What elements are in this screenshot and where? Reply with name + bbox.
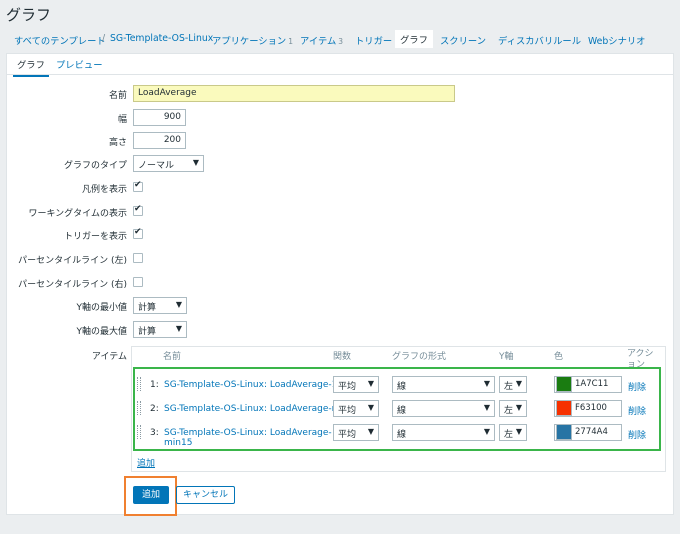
nav-triggers[interactable]: トリガー (355, 33, 392, 47)
show-triggers-checkbox[interactable] (133, 227, 143, 239)
cancel-button[interactable]: キャンセル (176, 486, 235, 504)
dropdown-arrow-icon: ▼ (515, 427, 522, 436)
ymin-select[interactable]: 計算 ▼ (133, 297, 187, 314)
nav-graphs[interactable]: グラフ (395, 30, 433, 48)
nav-discovery[interactable]: ディスカバリルール (498, 33, 581, 47)
graph-type-select[interactable]: ノーマル ▼ (133, 155, 204, 172)
percentile-left-label: パーセンタイルライン (左) (18, 256, 127, 266)
show-triggers-label: トリガーを表示 (63, 232, 127, 242)
ymin-value: 計算 (138, 303, 157, 313)
function-select[interactable]: 平均 ▼ (333, 424, 379, 441)
col-name: 名前 (163, 352, 182, 362)
show-working-time-checkbox[interactable] (133, 204, 143, 216)
function-value: 平均 (338, 382, 357, 392)
function-select[interactable]: 平均 ▼ (333, 376, 379, 393)
percentile-right-label: パーセンタイルライン (右) (18, 280, 127, 290)
delete-link[interactable]: 削除 (628, 404, 646, 417)
percentile-right-checkbox[interactable] (133, 277, 143, 287)
color-swatch[interactable] (556, 376, 572, 392)
tab-bar: グラフ プレビュー (6, 53, 674, 77)
drag-handle-icon[interactable] (137, 425, 141, 439)
dropdown-arrow-icon: ▼ (192, 158, 199, 167)
nav-applications-count: 1 (288, 37, 293, 46)
color-swatch[interactable] (556, 400, 572, 416)
add-button[interactable]: 追加 (133, 486, 169, 504)
row-index: 2: (150, 404, 159, 414)
tab-preview[interactable]: プレビュー (52, 57, 107, 75)
tab-graph[interactable]: グラフ (13, 57, 49, 77)
color-swatch[interactable] (556, 424, 572, 440)
dropdown-arrow-icon: ▼ (483, 403, 490, 412)
percentile-left-checkbox[interactable] (133, 253, 143, 263)
breadcrumb-template[interactable]: SG-Template-OS-Linux (110, 33, 213, 44)
row-index: 1: (150, 380, 159, 390)
name-field[interactable]: LoadAverage (133, 85, 455, 102)
drag-handle-icon[interactable] (137, 377, 141, 391)
delete-link[interactable]: 削除 (628, 428, 646, 441)
nav-applications-label: アプリケーション (212, 36, 287, 47)
draw-style-value: 線 (397, 382, 407, 392)
y-axis-value: 左 (504, 406, 514, 416)
row-index: 3: (150, 428, 159, 438)
y-axis-select[interactable]: 左 ▼ (499, 400, 527, 417)
dropdown-arrow-icon: ▼ (483, 379, 490, 388)
height-label: 高さ (108, 138, 127, 148)
name-label: 名前 (108, 91, 127, 101)
ymax-value: 計算 (138, 327, 157, 337)
draw-style-select[interactable]: 線 ▼ (392, 400, 495, 417)
show-legend-checkbox[interactable] (133, 180, 143, 192)
width-label: 幅 (117, 115, 127, 125)
dropdown-arrow-icon: ▼ (483, 427, 490, 436)
nav-items[interactable]: アイテム 3 (300, 33, 343, 47)
y-axis-value: 左 (504, 382, 514, 392)
item-name-link[interactable]: SG-Template-OS-Linux: LoadAverage-1min (164, 380, 354, 390)
dropdown-arrow-icon: ▼ (515, 403, 522, 412)
item-name-line1: SG-Template-OS-Linux: LoadAverage- (164, 428, 332, 438)
add-item-link[interactable]: 追加 (137, 456, 155, 469)
nav-screens[interactable]: スクリーン (440, 33, 486, 47)
ymin-label: Y軸の最小値 (76, 303, 128, 313)
y-axis-value: 左 (504, 430, 514, 440)
show-working-time-label: ワーキングタイムの表示 (28, 209, 127, 219)
nav-items-count: 3 (338, 37, 344, 46)
graph-type-value: ノーマル (138, 161, 175, 171)
ymax-label: Y軸の最大値 (76, 327, 128, 337)
nav-applications[interactable]: アプリケーション 1 (212, 33, 293, 47)
delete-link[interactable]: 削除 (628, 380, 646, 393)
ymax-select[interactable]: 計算 ▼ (133, 321, 187, 338)
items-label: アイテム (91, 352, 127, 362)
nav-items-label: アイテム (300, 36, 337, 47)
function-value: 平均 (338, 406, 357, 416)
y-axis-select[interactable]: 左 ▼ (499, 424, 527, 441)
breadcrumb-all-templates[interactable]: すべてのテンプレート (14, 33, 106, 47)
col-color: 色 (554, 352, 564, 362)
dropdown-arrow-icon: ▼ (367, 403, 374, 412)
draw-style-select[interactable]: 線 ▼ (392, 424, 495, 441)
draw-style-value: 線 (397, 406, 407, 416)
breadcrumb-separator: / (102, 33, 106, 44)
draw-style-select[interactable]: 線 ▼ (392, 376, 495, 393)
function-select[interactable]: 平均 ▼ (333, 400, 379, 417)
dropdown-arrow-icon: ▼ (367, 427, 374, 436)
col-y-axis: Y軸 (499, 352, 514, 362)
draw-style-value: 線 (397, 430, 407, 440)
dropdown-arrow-icon: ▼ (367, 379, 374, 388)
graph-type-label: グラフのタイプ (63, 161, 127, 171)
nav-web[interactable]: Webシナリオ (588, 33, 645, 47)
width-field[interactable]: 900 (133, 109, 186, 126)
item-name-link[interactable]: SG-Template-OS-Linux: LoadAverage-min5 (164, 404, 354, 414)
dropdown-arrow-icon: ▼ (515, 379, 522, 388)
function-value: 平均 (338, 430, 357, 440)
dropdown-arrow-icon: ▼ (175, 324, 182, 333)
item-name-link[interactable]: SG-Template-OS-Linux: LoadAverage-min15 (164, 428, 332, 448)
col-function: 関数 (333, 352, 352, 362)
height-field[interactable]: 200 (133, 132, 186, 149)
show-legend-label: 凡例を表示 (81, 185, 127, 195)
dropdown-arrow-icon: ▼ (175, 300, 182, 309)
page-title: グラフ (6, 6, 52, 24)
item-name-line2: min15 (164, 438, 193, 448)
col-draw-style: グラフの形式 (392, 352, 447, 362)
drag-handle-icon[interactable] (137, 401, 141, 415)
y-axis-select[interactable]: 左 ▼ (499, 376, 527, 393)
